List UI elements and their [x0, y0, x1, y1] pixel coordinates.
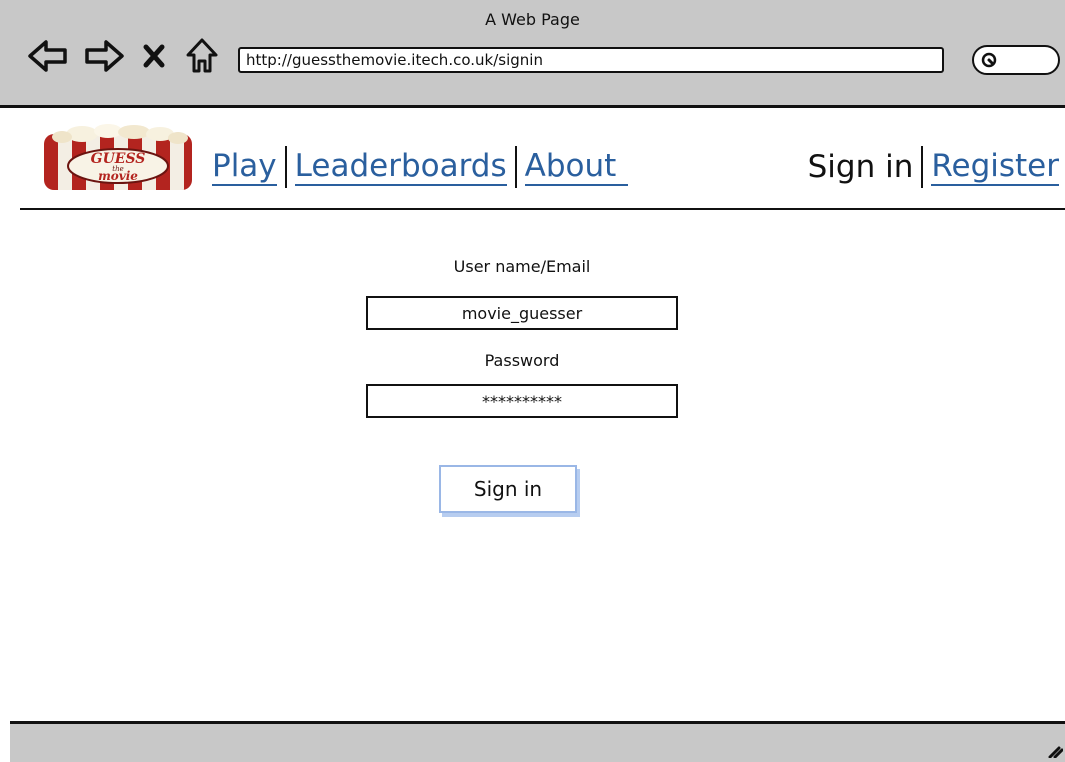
auth-nav: Sign in Register — [808, 146, 1059, 188]
popcorn-logo-image: GUESS the movie — [44, 124, 192, 190]
browser-search-field[interactable] — [972, 45, 1060, 75]
site-logo[interactable]: GUESS the movie — [42, 124, 194, 192]
nav-link-leaderboards[interactable]: Leaderboards — [294, 148, 507, 186]
password-label: Password — [484, 351, 560, 370]
nav-separator — [514, 146, 517, 188]
resize-grip-icon[interactable] — [1047, 742, 1063, 758]
nav-link-register[interactable]: Register — [931, 148, 1059, 186]
username-label: User name/Email — [453, 257, 591, 276]
back-button[interactable] — [26, 36, 70, 76]
password-field[interactable] — [366, 384, 678, 418]
window-title: A Web Page — [485, 10, 580, 29]
signin-form: User name/Email Password — [366, 256, 678, 418]
logo-text-movie: movie — [98, 169, 138, 183]
close-icon — [143, 44, 165, 68]
nav-link-about[interactable]: About — [524, 148, 629, 186]
auth-current-signin: Sign in — [807, 149, 914, 185]
browser-toolbar: A Web Page http://guessthemovie.itech.co… — [0, 0, 1065, 108]
search-icon — [981, 52, 997, 68]
signin-button[interactable]: Sign in — [439, 465, 577, 513]
main-nav: Play Leaderboards About — [212, 146, 629, 188]
stop-button[interactable] — [136, 36, 172, 76]
site-header: GUESS the movie Play Leaderboards About … — [20, 112, 1065, 210]
back-arrow-icon — [28, 40, 67, 72]
address-bar[interactable]: http://guessthemovie.itech.co.uk/signin — [238, 47, 944, 73]
username-field[interactable] — [366, 296, 678, 330]
home-icon — [186, 38, 218, 73]
browser-window: A Web Page http://guessthemovie.itech.co… — [0, 0, 1065, 762]
browser-status-bar — [10, 721, 1065, 762]
auth-separator — [921, 146, 924, 188]
forward-button[interactable] — [82, 36, 126, 76]
nav-link-play[interactable]: Play — [212, 148, 277, 186]
nav-separator — [284, 146, 287, 188]
home-button[interactable] — [180, 36, 224, 76]
forward-arrow-icon — [85, 40, 124, 72]
